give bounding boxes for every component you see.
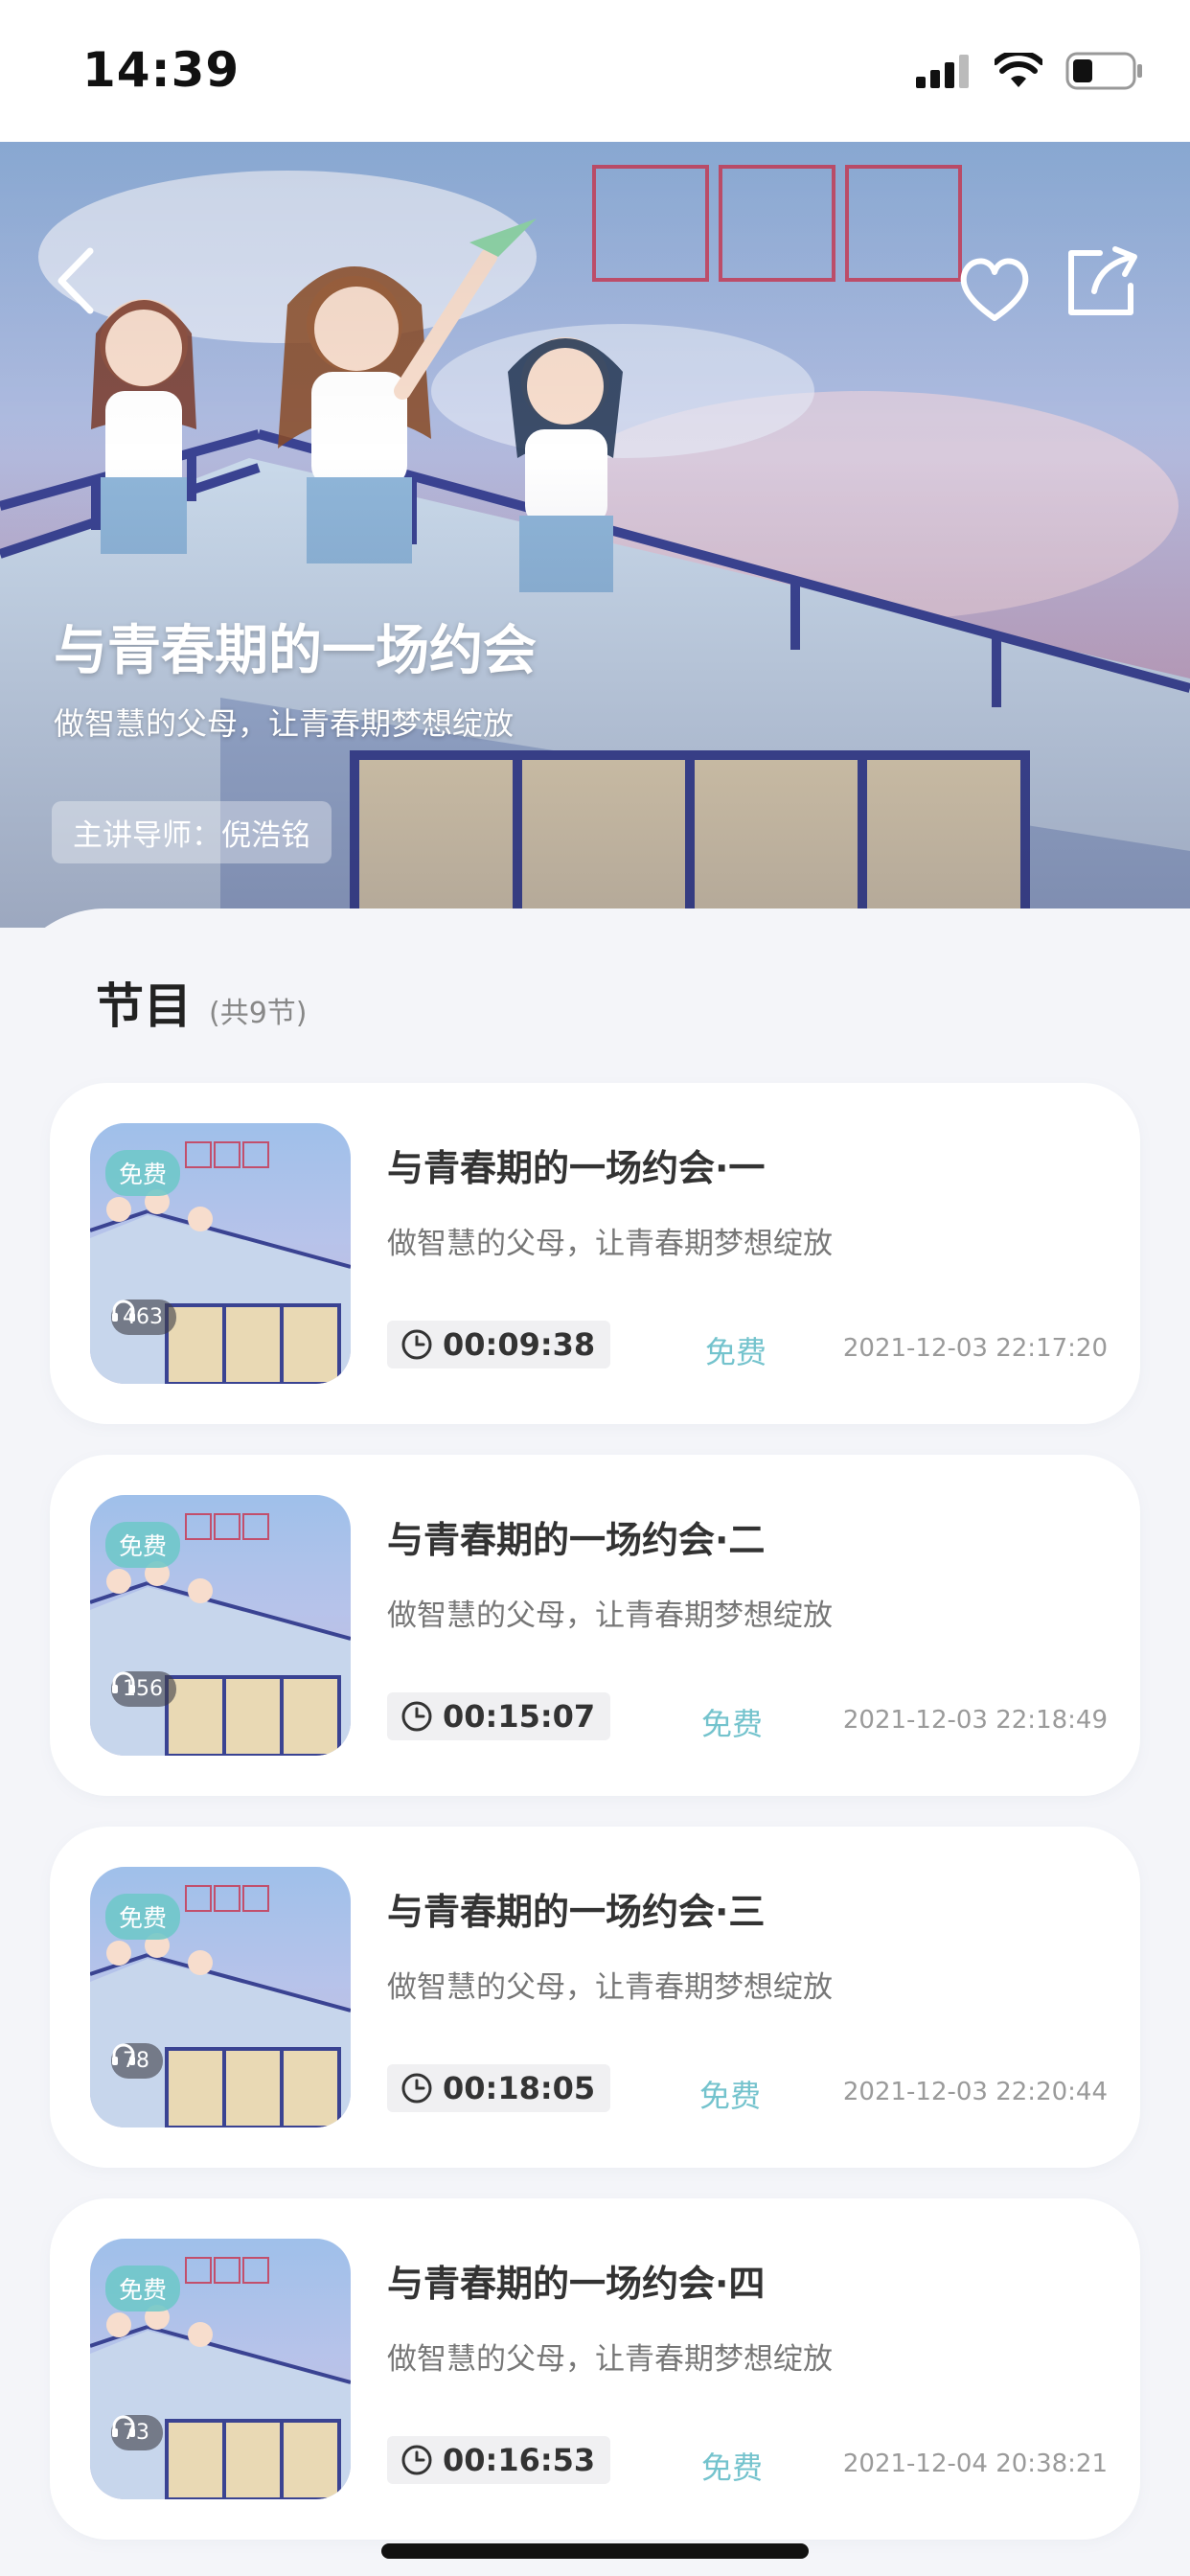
wifi-icon (995, 53, 1042, 87)
episode-duration: 00:15:07 (387, 1692, 611, 1740)
free-badge: 免费 (105, 1150, 181, 1196)
clock-icon (401, 2445, 432, 2475)
episode-date: 2021-12-03 22:17:20 (842, 1334, 1108, 1363)
course-title: 与青春期的一场约会 (54, 620, 537, 682)
episode-title: 与青春期的一场约会·四 (387, 2263, 766, 2305)
episode-thumbnail: 免费 73 (90, 2239, 351, 2499)
back-button[interactable] (44, 238, 111, 324)
episode-desc: 做智慧的父母，让青春期梦想绽放 (387, 2342, 833, 2377)
episode-card[interactable]: 免费 73 与青春期的一场约会·四 做智慧的父母，让青春期梦想绽放 00:16:… (50, 2198, 1140, 2540)
lecturer-tag: 主讲导师：倪浩铭 (52, 801, 332, 863)
signal-icon (916, 55, 969, 88)
hero-banner: 与青春期的一场约会 做智慧的父母，让青春期梦想绽放 主讲导师：倪浩铭 (0, 142, 1190, 928)
episode-thumbnail: 免费 78 (90, 1867, 351, 2128)
home-indicator[interactable] (381, 2543, 809, 2559)
section-count: (共9节) (209, 997, 308, 1030)
status-icons (916, 52, 1144, 90)
episode-desc: 做智慧的父母，让青春期梦想绽放 (387, 1227, 833, 1261)
episode-desc: 做智慧的父母，让青春期梦想绽放 (387, 1970, 833, 2005)
section-header: 节目 (共9节) (96, 968, 308, 1037)
episode-price: 免费 (701, 1706, 764, 1742)
clock-icon (401, 1329, 432, 1360)
episode-duration: 00:18:05 (387, 2064, 611, 2112)
play-count: 78 (111, 2043, 163, 2079)
episode-title: 与青春期的一场约会·一 (387, 1147, 766, 1189)
episode-card[interactable]: 免费 78 与青春期的一场约会·三 做智慧的父母，让青春期梦想绽放 00:18:… (50, 1827, 1140, 2168)
headphones-icon (112, 2043, 135, 2065)
episode-date: 2021-12-04 20:38:21 (842, 2450, 1108, 2478)
episode-date: 2021-12-03 22:20:44 (842, 2078, 1108, 2106)
section-title: 节目 (96, 978, 192, 1034)
status-time: 14:39 (82, 42, 240, 98)
duration-value: 00:09:38 (443, 1326, 596, 1363)
duration-value: 00:16:53 (443, 2442, 596, 2478)
episode-price: 免费 (705, 1334, 767, 1370)
screen: 14:39 与青春期的一场约会 做智慧的父母，让青春期梦想绽放 主讲导师：倪浩铭… (0, 0, 1190, 2576)
episode-price: 免费 (701, 2450, 764, 2486)
headphones-icon (112, 1300, 135, 1322)
episode-title: 与青春期的一场约会·三 (387, 1891, 766, 1933)
duration-value: 00:15:07 (443, 1698, 596, 1735)
duration-value: 00:18:05 (443, 2070, 596, 2106)
free-badge: 免费 (105, 1522, 181, 1568)
episode-card[interactable]: 免费 156 与青春期的一场约会·二 做智慧的父母，让青春期梦想绽放 00:15… (50, 1455, 1140, 1796)
play-count: 463 (111, 1300, 176, 1335)
status-bar: 14:39 (0, 0, 1190, 142)
heart-icon[interactable] (954, 249, 1035, 330)
episode-duration: 00:16:53 (387, 2436, 611, 2484)
battery-icon (1065, 52, 1142, 90)
episode-thumbnail: 免费 156 (90, 1495, 351, 1756)
play-count: 156 (111, 1671, 176, 1707)
clock-icon (401, 1701, 432, 1732)
episode-sheet: 节目 (共9节) 免费 463 与青春期的一场约会·一 做智慧的父母，让青春期梦… (0, 908, 1190, 2576)
episode-price: 免费 (699, 2078, 762, 2114)
headphones-icon (112, 1671, 135, 1693)
course-subtitle: 做智慧的父母，让青春期梦想绽放 (54, 705, 515, 742)
free-badge: 免费 (105, 1894, 181, 1940)
free-badge: 免费 (105, 2266, 181, 2312)
episode-title: 与青春期的一场约会·二 (387, 1519, 766, 1561)
episode-card[interactable]: 免费 463 与青春期的一场约会·一 做智慧的父母，让青春期梦想绽放 00:09… (50, 1083, 1140, 1424)
episode-desc: 做智慧的父母，让青春期梦想绽放 (387, 1598, 833, 1633)
clock-icon (401, 2073, 432, 2104)
episode-date: 2021-12-03 22:18:49 (842, 1706, 1108, 1735)
headphones-icon (112, 2415, 135, 2437)
share-icon[interactable] (1062, 242, 1142, 322)
episode-duration: 00:09:38 (387, 1321, 611, 1368)
play-count: 73 (111, 2415, 163, 2450)
episode-thumbnail: 免费 463 (90, 1123, 351, 1384)
